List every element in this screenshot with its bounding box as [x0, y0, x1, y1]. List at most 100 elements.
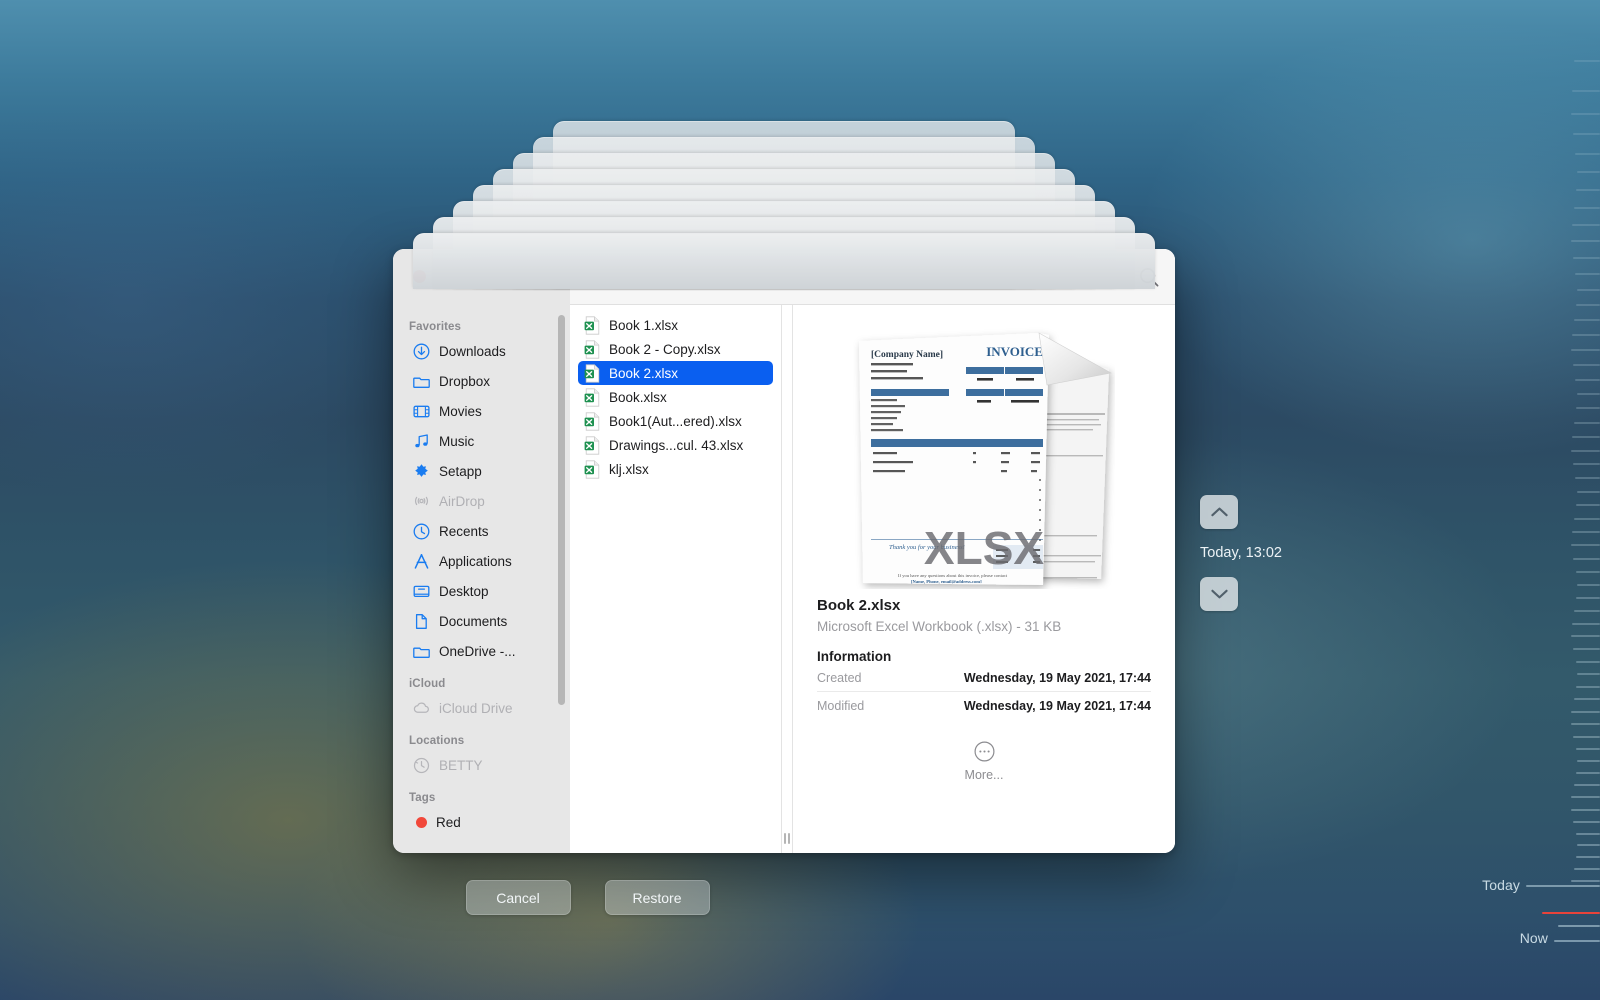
- sidebar-item-betty[interactable]: BETTY: [399, 752, 562, 778]
- timeline-tick[interactable]: [1576, 504, 1600, 507]
- timeline-tick[interactable]: [1575, 747, 1600, 750]
- timeline-tick[interactable]: [1573, 868, 1600, 871]
- timeline-tick[interactable]: [1575, 570, 1600, 573]
- timeline-tick[interactable]: [1571, 334, 1600, 337]
- timeline-tick[interactable]: [1576, 583, 1600, 586]
- pane-divider[interactable]: [781, 305, 793, 853]
- stacked-window-layer[interactable]: [413, 233, 1155, 289]
- timeline-tick[interactable]: [1571, 240, 1600, 243]
- timemachine-date-label: Today, 13:02: [1200, 545, 1282, 561]
- sidebar-item-desktop[interactable]: Desktop: [399, 578, 562, 604]
- sidebar-scrollbar[interactable]: [558, 315, 565, 705]
- file-list[interactable]: Book 1.xlsx Book 2 - Copy.xlsx Book 2.xl…: [570, 305, 781, 853]
- timeline-tick[interactable]: [1572, 648, 1600, 651]
- timemachine-buttons[interactable]: Cancel Restore: [0, 880, 1175, 915]
- file-list-item[interactable]: Book.xlsx: [578, 385, 773, 409]
- timeline-tick[interactable]: [1576, 772, 1600, 775]
- sidebar-item-airdrop[interactable]: AirDrop: [399, 488, 562, 514]
- timeline-tick[interactable]: [1573, 319, 1600, 322]
- timeline-tick[interactable]: [1576, 288, 1600, 291]
- timeline-tick[interactable]: [1571, 808, 1600, 811]
- timeline-current-marker[interactable]: [1542, 912, 1600, 914]
- timeline-tick[interactable]: [1571, 435, 1600, 438]
- sidebar-item-applications[interactable]: Applications: [399, 548, 562, 574]
- timeline-tick[interactable]: [1573, 735, 1600, 738]
- timemachine-down-button[interactable]: [1200, 577, 1238, 611]
- timeline-tick[interactable]: [1571, 349, 1600, 352]
- sidebar-item-music[interactable]: Music: [399, 428, 562, 454]
- timeline-tick[interactable]: [1572, 364, 1600, 367]
- file-list-item[interactable]: Book 1.xlsx: [578, 313, 773, 337]
- timeline-tick[interactable]: [1576, 760, 1600, 763]
- resize-handle[interactable]: [784, 833, 790, 844]
- timeline-tick[interactable]: [1571, 112, 1600, 115]
- timeline-major-tick[interactable]: [1558, 925, 1600, 927]
- timeline-tick[interactable]: [1572, 557, 1600, 560]
- timeline-tick[interactable]: [1571, 223, 1600, 226]
- timeline-tick[interactable]: [1571, 796, 1600, 799]
- timeline-tick[interactable]: [1573, 820, 1600, 823]
- timeline-tick[interactable]: [1576, 189, 1600, 192]
- timeline-tick[interactable]: [1571, 880, 1600, 882]
- file-list-item[interactable]: Book 2.xlsx: [578, 361, 773, 385]
- timeline-tick[interactable]: [1576, 304, 1600, 307]
- timemachine-up-button[interactable]: [1200, 495, 1238, 529]
- timeline-tick[interactable]: [1573, 421, 1600, 424]
- timeline-tick[interactable]: [1577, 844, 1600, 847]
- restore-button[interactable]: Restore: [604, 880, 710, 915]
- timeline-tick[interactable]: [1576, 407, 1600, 410]
- timeline-tick[interactable]: [1571, 622, 1600, 625]
- timeline-tick[interactable]: [1571, 449, 1600, 452]
- sidebar-item-dropbox[interactable]: Dropbox: [399, 368, 562, 394]
- timeline-tick[interactable]: [1576, 685, 1600, 688]
- timeline-tick[interactable]: [1576, 856, 1600, 859]
- timeline-tick[interactable]: [1571, 544, 1600, 547]
- timeline-tick[interactable]: [1572, 463, 1600, 466]
- timemachine-navigation[interactable]: Today, 13:02: [1200, 495, 1400, 611]
- timeline-tick[interactable]: [1575, 272, 1600, 275]
- timeline-tick[interactable]: [1575, 378, 1600, 381]
- finder-window[interactable]: Favorites Downloads Dropbox Movies Music Seta…: [393, 249, 1175, 853]
- timeline-tick[interactable]: [1573, 698, 1600, 701]
- timeline-tick[interactable]: [1576, 490, 1600, 493]
- file-list-item[interactable]: Book 2 - Copy.xlsx: [578, 337, 773, 361]
- timeline-tick[interactable]: [1576, 673, 1600, 676]
- file-list-item[interactable]: klj.xlsx: [578, 457, 773, 481]
- timeline-tick[interactable]: [1576, 171, 1600, 174]
- sidebar-item-icloud-drive[interactable]: iCloud Drive: [399, 695, 562, 721]
- timeline-tick[interactable]: [1573, 784, 1600, 787]
- timeline-tick[interactable]: [1572, 133, 1600, 136]
- timeline-major-tick[interactable]: [1526, 885, 1600, 887]
- timeline-tick[interactable]: [1571, 531, 1600, 534]
- timeline-tick[interactable]: [1572, 256, 1600, 259]
- timeline-tick[interactable]: [1573, 609, 1600, 612]
- timeline-tick[interactable]: [1576, 596, 1600, 599]
- timeline-tick[interactable]: [1575, 832, 1600, 835]
- sidebar-scroll-area[interactable]: Favorites Downloads Dropbox Movies Music Seta…: [393, 305, 570, 853]
- timeline-tick[interactable]: [1574, 60, 1600, 62]
- sidebar-item-downloads[interactable]: Downloads: [399, 338, 562, 364]
- sidebar-item-documents[interactable]: Documents: [399, 608, 562, 634]
- sidebar-item-recents[interactable]: Recents: [399, 518, 562, 544]
- timemachine-timeline[interactable]: Today Now: [1482, 0, 1600, 1000]
- finder-sidebar[interactable]: Favorites Downloads Dropbox Movies Music Seta…: [393, 249, 570, 853]
- preview-more-button[interactable]: More...: [817, 741, 1151, 782]
- file-list-item[interactable]: Drawings...cul. 43.xlsx: [578, 433, 773, 457]
- timeline-tick[interactable]: [1575, 477, 1600, 480]
- timeline-tick[interactable]: [1573, 206, 1600, 209]
- sidebar-item-onedrive[interactable]: OneDrive -...: [399, 638, 562, 664]
- timeline-major-tick[interactable]: [1554, 940, 1600, 942]
- file-list-item[interactable]: Book1(Aut...ered).xlsx: [578, 409, 773, 433]
- sidebar-item-movies[interactable]: Movies: [399, 398, 562, 424]
- timeline-tick[interactable]: [1575, 152, 1600, 155]
- sidebar-item-setapp[interactable]: Setapp: [399, 458, 562, 484]
- timeline-tick[interactable]: [1576, 393, 1600, 396]
- timeline-tick[interactable]: [1571, 710, 1600, 713]
- timeline-tick[interactable]: [1571, 635, 1600, 638]
- timeline-tick[interactable]: [1573, 517, 1600, 520]
- sidebar-item-red[interactable]: Red: [399, 809, 562, 835]
- cancel-button[interactable]: Cancel: [465, 880, 571, 915]
- timeline-tick[interactable]: [1571, 723, 1600, 726]
- timeline-tick[interactable]: [1575, 660, 1600, 663]
- timeline-tick[interactable]: [1571, 89, 1600, 92]
